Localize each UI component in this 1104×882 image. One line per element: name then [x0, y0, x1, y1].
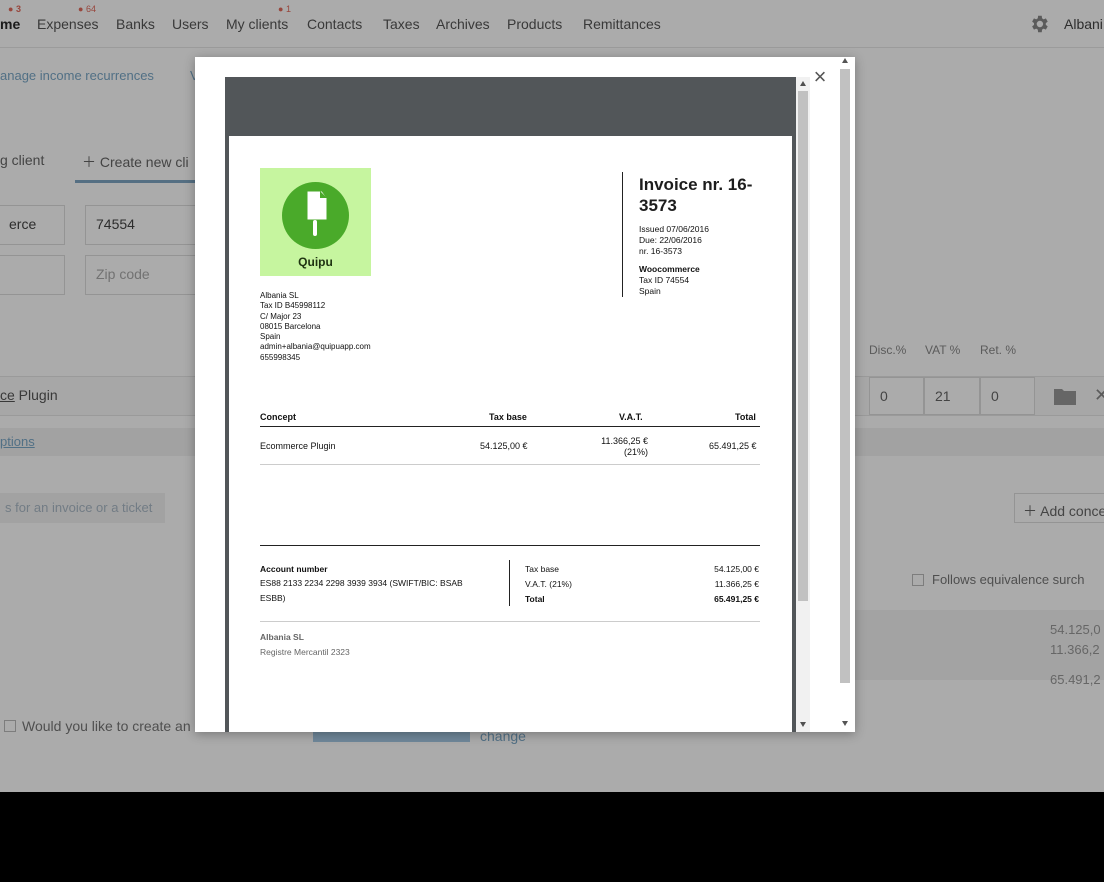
scroll-down-icon[interactable] [842, 721, 848, 726]
table-header-tax-base: Tax base [489, 412, 527, 422]
company-registry: Registre Mercantil 2323 [260, 647, 350, 657]
scroll-up-icon[interactable] [800, 81, 806, 86]
app-window: me ● 3 Expenses ● 64 Banks Users My clie… [0, 0, 1104, 792]
invoice-meta: Issued 07/06/2016 Due: 22/06/2016 nr. 16… [639, 224, 709, 257]
due-date: Due: 22/06/2016 [639, 235, 702, 245]
scrollbar-thumb[interactable] [840, 69, 850, 683]
table-row-rule [260, 464, 760, 465]
footer-divider [509, 560, 510, 606]
company-rule [260, 621, 760, 622]
scroll-down-icon[interactable] [800, 722, 806, 727]
table-header-vat: V.A.T. [619, 412, 643, 422]
table-header-total: Total [735, 412, 756, 422]
account-number-value: ES88 2133 2234 2298 3939 3934 (SWIFT/BIC… [260, 578, 463, 603]
scrollbar-thumb[interactable] [798, 91, 808, 601]
issuer-email: admin+albania@quipuapp.com [260, 342, 371, 352]
issuer-city: 08015 Barcelona [260, 321, 321, 331]
invoice-preview-modal: × Quipu Albania SL Tax ID B45998112 C/ M… [195, 57, 855, 732]
footer-rule [260, 545, 760, 546]
company-logo: Quipu [260, 168, 371, 276]
pdf-scrollbar[interactable] [796, 77, 810, 732]
issuer-tax-id: Tax ID B45998112 [260, 301, 326, 311]
row-vat: 11.366,25 € [601, 436, 648, 446]
invoice-number: nr. 16-3573 [639, 246, 683, 256]
issuer-details: Albania SL Tax ID B45998112 C/ Major 23 … [260, 291, 371, 363]
invoice-title: Invoice nr. 16-3573 [639, 175, 753, 215]
close-icon[interactable]: × [810, 66, 830, 88]
popsicle-icon [306, 190, 328, 236]
summary-vat-label: V.A.T. (21%) [525, 579, 572, 589]
client-details: Woocommerce Tax ID 74554 Spain [639, 264, 700, 297]
summary-tax-base-label: Tax base [525, 564, 560, 574]
header-divider [622, 172, 623, 297]
account-number-label: Account number [260, 564, 328, 574]
client-tax-id: Tax ID 74554 [639, 275, 690, 285]
table-header-concept: Concept [260, 412, 296, 422]
pdf-viewer: Quipu Albania SL Tax ID B45998112 C/ Maj… [225, 77, 810, 732]
row-concept: Ecommerce Plugin [260, 441, 336, 451]
modal-scrollbar[interactable] [837, 57, 854, 732]
client-name: Woocommerce [639, 264, 700, 274]
issuer-name: Albania SL [260, 291, 299, 300]
scroll-up-icon[interactable] [842, 58, 848, 63]
logo-text: Quipu [298, 255, 333, 269]
company-name: Albania SL [260, 632, 304, 642]
screen-black-area [0, 792, 1104, 882]
issuer-country: Spain [260, 332, 281, 342]
row-tax-base: 54.125,00 € [480, 441, 528, 451]
summary-total-value: 65.491,25 € [714, 594, 759, 604]
issuer-phone: 655998345 [260, 352, 301, 362]
summary-tax-base-value: 54.125,00 € [714, 564, 759, 574]
row-vat-rate: (21%) [623, 447, 648, 457]
issued-date: Issued 07/06/2016 [639, 224, 709, 234]
row-total: 65.491,25 € [709, 441, 757, 451]
invoice-page: Quipu Albania SL Tax ID B45998112 C/ Maj… [229, 136, 792, 732]
issuer-street: C/ Major 23 [260, 311, 302, 321]
logo-circle [282, 182, 349, 249]
client-country: Spain [639, 286, 661, 296]
summary-total-label: Total [525, 594, 545, 604]
summary-vat-value: 11.366,25 € [714, 579, 759, 589]
table-header-rule [260, 426, 760, 427]
